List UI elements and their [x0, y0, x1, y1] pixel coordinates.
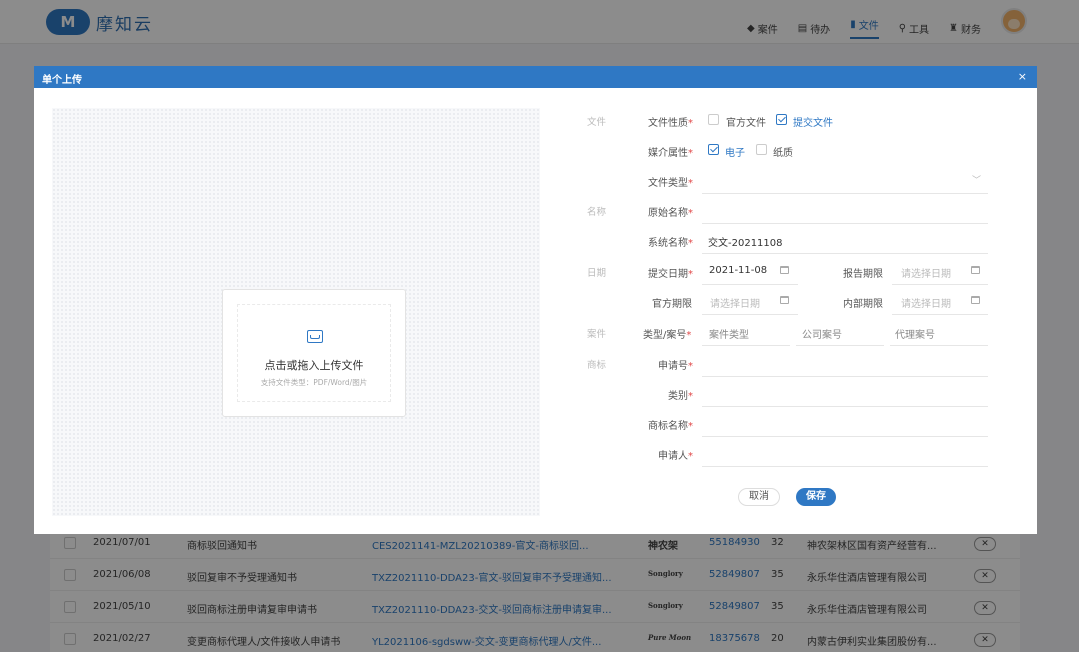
upload-preview-area: 点击或拖入上传文件 支持文件类型：PDF/Word/图片: [52, 108, 540, 516]
submit-date-value: 2021-11-08: [709, 265, 768, 276]
row-original-name: 名称 原始名称: [574, 186, 1024, 224]
row-file-nature: 文件 文件性质 官方文件 提交文件: [574, 96, 1024, 129]
calendar-icon: [971, 296, 980, 304]
paper-checkbox[interactable]: [756, 144, 767, 155]
section-case: 案件: [587, 329, 607, 340]
row-dates-1: 日期 提交日期 2021-11-08 报告期限 请选择日期: [574, 247, 1024, 285]
row-system-name: 系统名称 交文-20211108: [574, 216, 1024, 254]
upload-dialog: 单个上传 × 点击或拖入上传文件 支持文件类型：PDF/Word/图片 文件 文…: [34, 66, 1037, 534]
close-icon[interactable]: ×: [1018, 70, 1027, 83]
upload-title: 点击或拖入上传文件: [264, 359, 364, 372]
row-case: 案件 类型/案号 案件类型 公司案号 代理案号: [574, 308, 1024, 346]
dialog-title: 单个上传: [42, 75, 82, 86]
row-tm-name: 商标名称: [574, 399, 1024, 437]
official-file-checkbox[interactable]: [708, 114, 719, 125]
electronic-checkbox[interactable]: [708, 144, 719, 155]
calendar-icon: [971, 266, 980, 274]
row-dates-2: 官方期限 请选择日期 内部期限 请选择日期: [574, 277, 1024, 315]
row-file-type: 文件类型 ﹀: [574, 156, 1024, 194]
dialog-actions: 取消 保存: [574, 488, 1024, 518]
applicant-label: 申请人: [658, 447, 693, 462]
applicant-input[interactable]: [702, 441, 988, 467]
row-class: 类别: [574, 369, 1024, 407]
row-media: 媒介属性 电子 纸质: [574, 126, 1024, 159]
save-button[interactable]: 保存: [796, 488, 836, 506]
inbox-icon: [307, 330, 323, 343]
row-applicant: 申请人: [574, 429, 1024, 467]
chevron-down-icon: ﹀: [972, 176, 982, 186]
row-app-no: 商标 申请号: [574, 339, 1024, 377]
calendar-icon: [780, 266, 789, 274]
submitted-file-checkbox[interactable]: [776, 114, 787, 125]
cancel-button[interactable]: 取消: [738, 488, 780, 506]
calendar-icon: [780, 296, 789, 304]
upload-dropzone[interactable]: 点击或拖入上传文件 支持文件类型：PDF/Word/图片: [222, 289, 406, 417]
upload-hint: 支持文件类型：PDF/Word/图片: [260, 378, 368, 387]
dialog-header: 单个上传 ×: [34, 66, 1037, 88]
